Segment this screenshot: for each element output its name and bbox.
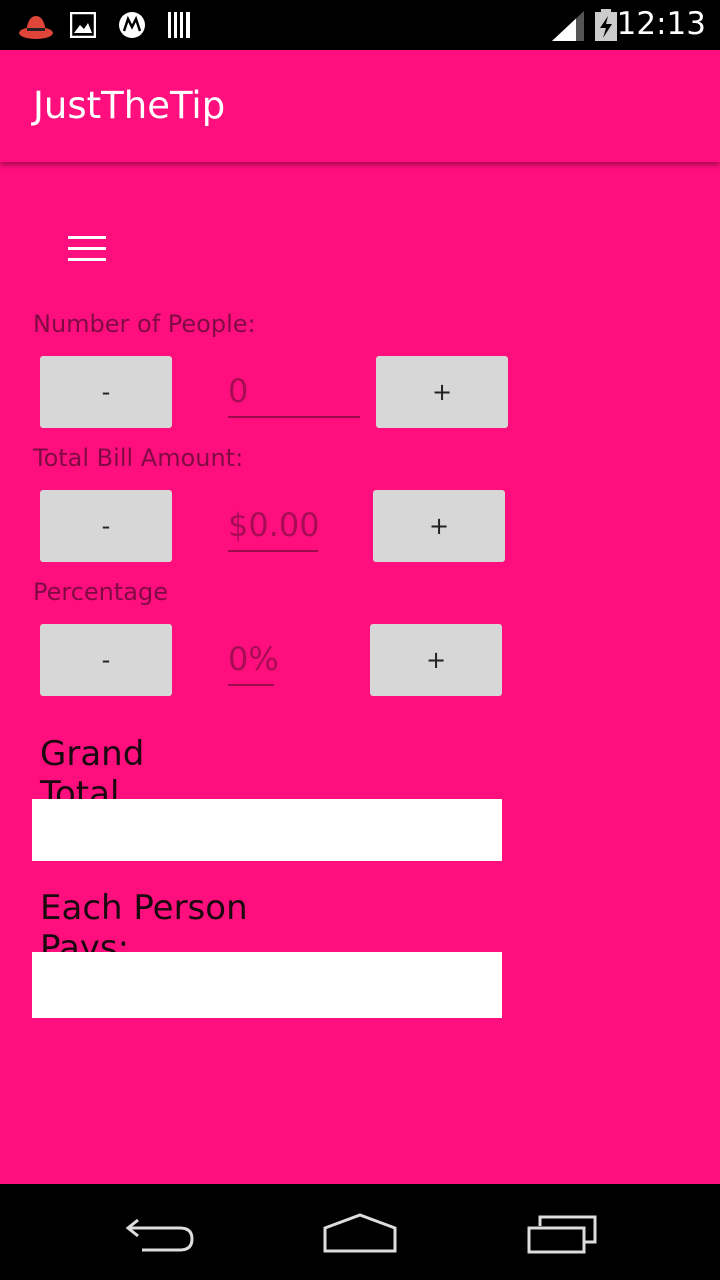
menu-icon[interactable] [68,234,108,264]
percentage-increment-button[interactable]: + [370,624,502,696]
people-label: Number of People: [33,310,256,338]
each-person-output [32,952,502,1018]
battery-charging-icon [595,9,617,41]
redhat-icon [19,16,53,39]
people-decrement-button[interactable]: - [40,356,172,428]
barcode-icon [168,12,190,38]
image-icon [70,12,96,38]
app-bar: JustTheTip [0,50,720,162]
navigation-bar [0,1184,720,1280]
bill-decrement-button[interactable]: - [40,490,172,562]
grand-total-output [32,799,502,861]
status-bar: 12:13 [0,0,720,50]
recents-icon[interactable] [526,1214,598,1254]
signal-icon [552,11,584,41]
percentage-decrement-button[interactable]: - [40,624,172,696]
bill-input[interactable]: $0.00 [228,506,320,552]
back-icon[interactable] [124,1214,196,1254]
home-icon[interactable] [322,1212,398,1254]
app-title: JustTheTip [33,84,226,127]
people-increment-button[interactable]: + [376,356,508,428]
bill-label: Total Bill Amount: [33,444,244,472]
motorola-icon [119,12,145,38]
status-time: 12:13 [616,6,706,42]
percentage-input[interactable]: 0% [228,640,279,686]
percentage-label: Percentage [33,578,169,606]
people-input[interactable]: 0 [228,372,360,418]
bill-increment-button[interactable]: + [373,490,505,562]
